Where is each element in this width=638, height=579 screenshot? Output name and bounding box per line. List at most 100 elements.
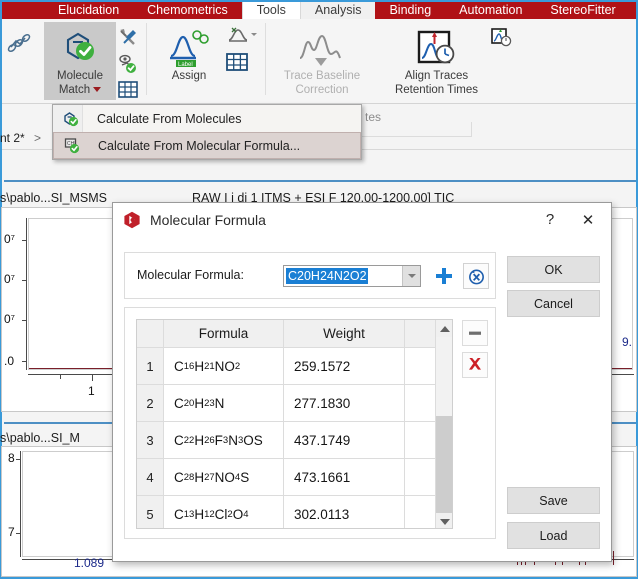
close-icon[interactable]: ✕ (569, 206, 607, 234)
pane2-ytick-mark-1 (16, 533, 20, 534)
breadcrumb-chevron-icon: > (34, 131, 42, 145)
svg-text:Label: Label (178, 62, 193, 68)
dialog-title-bar[interactable]: Molecular Formula ? ✕ (113, 203, 611, 236)
ribbon-group-frame (357, 122, 472, 137)
table-row[interactable]: 5 C 13 H 12 Cl 2 O 4 302.0113 (137, 496, 452, 528)
row-index: 5 (137, 496, 164, 528)
molecule-eye-check-icon[interactable] (116, 52, 140, 76)
row-pad (405, 496, 437, 528)
molecular-formula-combobox[interactable]: C20H24N2O2 (283, 265, 421, 287)
delete-row-button[interactable] (462, 352, 488, 378)
peak-label-icon: Label (167, 27, 211, 69)
row-weight[interactable]: 259.1572 (284, 348, 405, 385)
table-row[interactable]: 4 C 28 H 27 NO 4 S 473.1661 (137, 459, 452, 496)
add-formula-button[interactable] (431, 263, 457, 289)
formula-table-groupbox: Formula Weight 1 C 16 H 21 NO 2 259.1572 2 C2… (124, 307, 496, 539)
row-weight[interactable]: 473.1661 (284, 459, 405, 496)
row-pad (405, 459, 437, 496)
pane1-xtick-mark-0 (60, 375, 61, 379)
row-formula[interactable]: C 20 H 23 N (164, 385, 284, 422)
align-traces-label-line2: Retention Times (394, 84, 479, 96)
scroll-up-button[interactable] (436, 320, 452, 337)
molecule-match-button[interactable]: Molecule Match (44, 22, 116, 100)
table-row[interactable]: 1 C 16 H 21 NO 2 259.1572 (137, 348, 452, 385)
pane1-header-rule (4, 180, 636, 182)
row-weight[interactable]: 302.0113 (284, 496, 405, 528)
molecule-match-label-line2: Match (58, 84, 91, 96)
row-weight[interactable]: 437.1749 (284, 422, 405, 459)
align-traces-clock-icon (413, 27, 461, 69)
trace-baseline-correction-button[interactable]: Trace Baseline Correction (272, 22, 372, 100)
peak-cluster-icon[interactable] (225, 24, 259, 48)
column-header-weight[interactable]: Weight (284, 320, 405, 348)
formula-entry-groupbox: Molecular Formula: C20H24N2O2 (124, 252, 496, 299)
grid-table-icon[interactable] (225, 50, 249, 74)
scrollbar-thumb[interactable] (436, 416, 452, 513)
menu-item-calculate-from-molecules[interactable]: Calculate From Molecules (53, 105, 361, 132)
tab-stereofitter[interactable]: StereoFitter (536, 2, 630, 19)
pane1-ytick-mark-3 (22, 361, 26, 362)
row-pad (405, 348, 437, 385)
molecular-formula-input[interactable]: C20H24N2O2 (286, 268, 368, 284)
align-traces-button[interactable]: Align Traces Retention Times (384, 22, 489, 100)
table-scrollbar[interactable] (435, 320, 452, 528)
row-formula[interactable]: C 16 H 21 NO 2 (164, 348, 284, 385)
column-header-pad (405, 320, 437, 348)
tab-binding[interactable]: Binding (375, 2, 446, 19)
menu-item-calculate-from-molecular-formula[interactable]: CHI Calculate From Molecular Formula... (53, 132, 361, 159)
remove-row-button[interactable] (462, 320, 488, 346)
molecule-chain-icon[interactable] (7, 33, 33, 62)
ribbon-tab-fill (629, 2, 636, 19)
pane1-xtick-mark-1 (92, 375, 93, 381)
ribbon-group-trace-baseline: Trace Baseline Correction (266, 19, 378, 104)
load-button[interactable]: Load (507, 522, 600, 549)
row-formula[interactable]: C 28 H 27 NO 4 S (164, 459, 284, 496)
ribbon-group-align-traces: Align Traces Retention Times (378, 19, 519, 104)
trace-baseline-label-line2: Correction (295, 84, 349, 96)
breadcrumb: nt 2* > (0, 131, 41, 145)
tab-automation[interactable]: Automation (445, 2, 537, 19)
tab-tools[interactable]: Tools (241, 2, 301, 19)
tab-elucidation[interactable]: Elucidation (44, 2, 134, 19)
formula-table[interactable]: Formula Weight 1 C 16 H 21 NO 2 259.1572 2 C2… (136, 319, 453, 529)
formula-check-icon: CHI (62, 136, 82, 156)
scroll-down-button[interactable] (436, 513, 452, 528)
combobox-dropdown-button[interactable] (402, 266, 420, 286)
row-weight[interactable]: 277.1830 (284, 385, 405, 422)
cancel-button[interactable]: Cancel (507, 290, 600, 317)
blue-plus-icon (436, 268, 452, 284)
tab-chemometrics[interactable]: Chemometrics (133, 2, 242, 19)
pane1-ytick-mark-0 (22, 240, 26, 241)
row-formula[interactable]: C 22 H 26 F 3 N 3 OS (164, 422, 284, 459)
help-button[interactable]: ? (531, 206, 569, 234)
table-row[interactable]: 2 C 20 H 23 N 277.1830 (137, 385, 452, 422)
molecule-check-icon (60, 27, 100, 69)
pane2-ytick-1: 7 (8, 525, 15, 539)
molecular-formula-label: Molecular Formula: (137, 268, 244, 282)
row-formula[interactable]: C 13 H 12 Cl 2 O 4 (164, 496, 284, 528)
tools-wrench-screwdriver-icon[interactable] (116, 26, 140, 50)
molecule-match-small-buttons (116, 22, 140, 102)
trace-baseline-icon (294, 27, 350, 69)
ok-button[interactable]: OK (507, 256, 600, 283)
trace-baseline-label-line1: Trace Baseline (283, 70, 361, 82)
ribbon-overflow-icon-area (2, 19, 38, 104)
molecular-formula-value-wrap[interactable]: C20H24N2O2 (284, 266, 402, 286)
chevron-down-icon[interactable] (93, 87, 102, 93)
grid-table-icon[interactable] (116, 78, 140, 102)
reset-formula-button[interactable] (463, 263, 489, 289)
assign-button[interactable]: Label Assign (153, 22, 225, 100)
row-pad (405, 422, 437, 459)
ribbon-group-molecule-match: Molecule Match (38, 19, 146, 104)
molecular-formula-dialog: Molecular Formula ? ✕ Molecular Formula:… (112, 202, 612, 562)
column-header-formula[interactable]: Formula (164, 320, 284, 348)
tab-analysis[interactable]: Analysis (300, 2, 376, 19)
menu-item-label: Calculate From Molecules (97, 111, 242, 126)
save-button[interactable]: Save (507, 487, 600, 514)
pane-right-value: 9. (622, 335, 633, 349)
table-row[interactable]: 3 C 22 H 26 F 3 N 3 OS 437.1749 (137, 422, 452, 459)
molecule-match-dropdown-menu: Calculate From Molecules CHI Calculate F… (52, 104, 362, 160)
app-red-badge-icon (123, 211, 141, 229)
ribbon-group-assign: Label Assign (147, 19, 265, 104)
align-small-clock-icon[interactable] (489, 26, 513, 50)
